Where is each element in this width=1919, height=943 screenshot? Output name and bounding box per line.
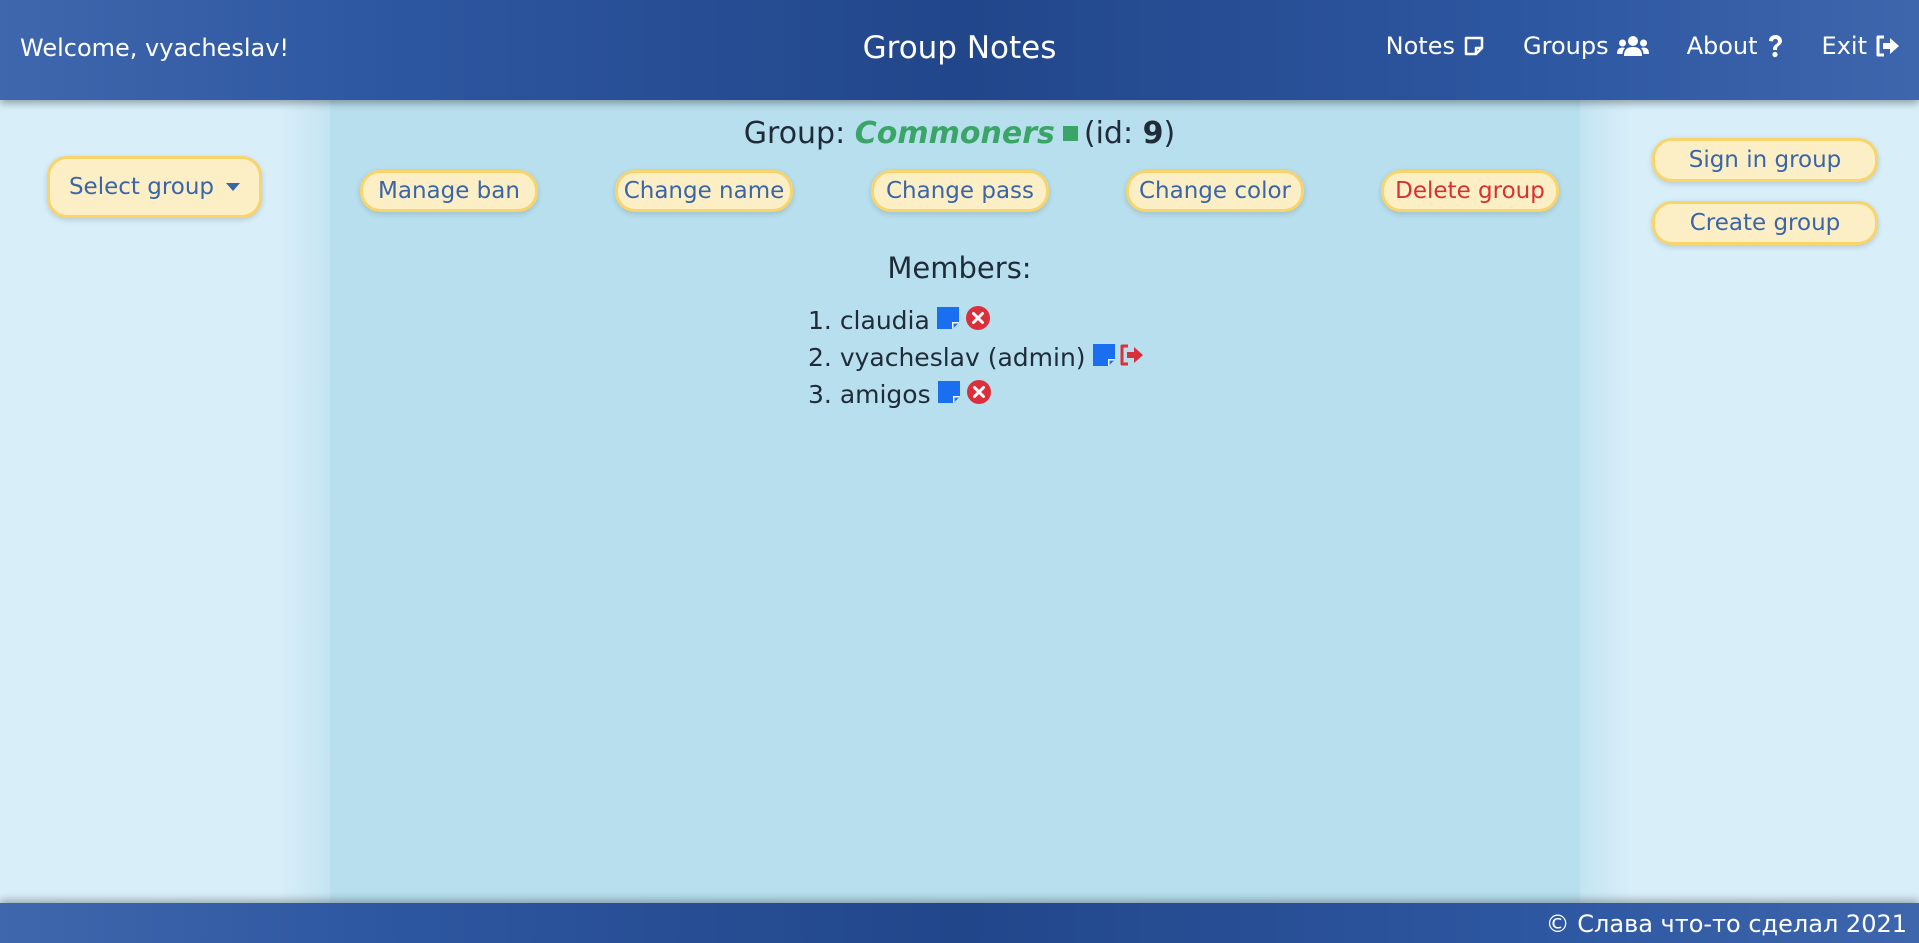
footer: © Слава что-то сделал 2021: [0, 903, 1919, 943]
footer-copyright: © Слава что-то сделал 2021: [1545, 910, 1907, 938]
change-name-button[interactable]: Change name: [615, 170, 793, 212]
change-pass-button[interactable]: Change pass: [871, 170, 1049, 212]
nav-about-link[interactable]: About: [1687, 32, 1784, 60]
group-id: 9: [1142, 116, 1164, 151]
nav-notes-label: Notes: [1385, 32, 1455, 60]
top-navbar: Welcome, vyacheslav! Group Notes Notes G…: [0, 0, 1919, 100]
member-name: amigos: [839, 380, 931, 409]
member-number: 2.: [808, 343, 832, 372]
member-name: claudia: [839, 306, 930, 335]
select-group-label: Select group: [68, 174, 215, 200]
caret-down-icon: [226, 183, 241, 191]
member-number: 1.: [808, 306, 832, 335]
users-icon: [1616, 36, 1649, 56]
member-number: 3.: [808, 380, 832, 409]
note-icon: [1464, 36, 1484, 56]
nav-links: Notes Groups About Exit: [1386, 32, 1901, 60]
nav-notes-link[interactable]: Notes: [1386, 32, 1485, 60]
question-icon: [1768, 35, 1782, 58]
nav-exit-label: Exit: [1821, 32, 1867, 60]
member-row: 3. amigos: [808, 376, 1145, 413]
change-color-button[interactable]: Change color: [1126, 170, 1304, 212]
group-id-suffix: ): [1163, 116, 1176, 151]
group-id-prefix: (id:: [1083, 116, 1143, 151]
create-group-button[interactable]: Create group: [1652, 201, 1878, 245]
nav-exit-link[interactable]: Exit: [1822, 32, 1901, 60]
delete-group-button[interactable]: Delete group: [1381, 170, 1559, 212]
nav-groups-label: Groups: [1523, 32, 1609, 60]
sign-in-group-button[interactable]: Sign in group: [1652, 138, 1878, 182]
member-notes-icon[interactable]: [937, 380, 960, 409]
welcome-text: Welcome, vyacheslav!: [20, 34, 290, 62]
remove-member-icon[interactable]: [966, 379, 991, 410]
nav-about-label: About: [1686, 32, 1758, 60]
member-name: vyacheslav (admin): [839, 343, 1086, 372]
member-notes-icon[interactable]: [936, 306, 959, 335]
select-group-dropdown[interactable]: Select group: [47, 156, 262, 218]
group-prefix: Group:: [743, 116, 846, 151]
nav-groups-link[interactable]: Groups: [1523, 32, 1649, 60]
remove-member-icon[interactable]: [965, 305, 990, 336]
leave-group-icon[interactable]: [1119, 343, 1145, 372]
main-content: [330, 100, 1580, 903]
left-sidebar: [0, 100, 330, 903]
sign-out-icon: [1876, 35, 1899, 57]
group-color-swatch: [1062, 126, 1078, 141]
members-list: 1. claudia 2. vyacheslav (admin) 3. amig…: [808, 302, 1145, 413]
member-notes-icon[interactable]: [1092, 343, 1115, 372]
member-row: 1. claudia: [808, 302, 1145, 339]
member-row: 2. vyacheslav (admin): [808, 339, 1145, 376]
manage-ban-button[interactable]: Manage ban: [360, 170, 538, 212]
group-name: Commoners: [854, 116, 1055, 151]
